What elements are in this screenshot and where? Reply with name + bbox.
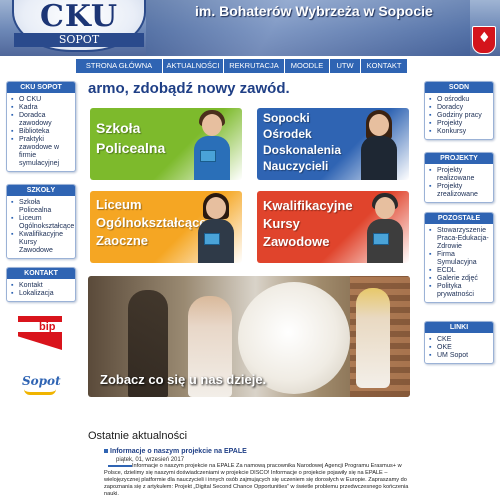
eagle-emblem-icon: ♦ xyxy=(472,26,496,54)
link-konkursy[interactable]: Konkursy xyxy=(429,128,490,136)
link-doradcy[interactable]: Doradcy xyxy=(429,104,490,112)
eagle-glyph: ♦ xyxy=(478,30,491,46)
tile-szkola-policealna[interactable]: Szkoła Policealna xyxy=(90,108,242,180)
box-linki-list: CKE OKE UM Sopot xyxy=(425,333,493,363)
box-pozostale-list: Stowarzyszenie Praca-Edukacja-Zdrowie Fi… xyxy=(425,224,493,302)
link-stowarzyszenie[interactable]: Stowarzyszenie Praca-Edukacja-Zdrowie xyxy=(429,227,490,251)
box-pozostale: Pozostałe Stowarzyszenie Praca-Edukacja-… xyxy=(424,212,494,303)
box-cku-sopot-list: O CKU Kadra Doradca zawodowy Biblioteka … xyxy=(7,93,75,171)
site-title: im. Bohaterów Wybrzeża w Sopocie xyxy=(195,3,433,19)
box-linki-title: Linki xyxy=(425,322,493,333)
box-szkoly: Szkoły Szkoła Policealna Liceum Ogólnoks… xyxy=(6,184,76,259)
logo[interactable]: CKU SOPOT xyxy=(12,0,146,52)
link-projekty-realizowane[interactable]: Projekty realizowane xyxy=(429,167,490,183)
bip-logo[interactable]: bip xyxy=(18,316,62,362)
box-kontakt-title: Kontakt xyxy=(7,268,75,279)
banner-caption: Zobacz co się u nas dzieje. xyxy=(100,372,267,387)
tile-kursy-line1: Kwalifikacyjne xyxy=(263,198,353,213)
news-item-body: Informacje o naszym projekcie na EPALE Z… xyxy=(104,463,409,497)
tile-liceum-line2: Ogólnokształcące xyxy=(96,215,207,230)
box-kontakt-list: Kontakt Lokalizacja xyxy=(7,279,75,301)
page: CKU SOPOT im. Bohaterów Wybrzeża w Sopoc… xyxy=(0,0,500,500)
tile-sodn[interactable]: Sopocki Ośrodek Doskonalenia Nauczycieli xyxy=(257,108,409,180)
news-heading: Ostatnie aktualności xyxy=(88,430,188,442)
link-galerie-zdjec[interactable]: Galerie zdjęć xyxy=(429,275,490,283)
link-godziny-pracy[interactable]: Godziny pracy xyxy=(429,112,490,120)
link-firma-symulacyjna[interactable]: Firma Symulacyjna xyxy=(429,251,490,267)
tile-kursy[interactable]: Kwalifikacyjne Kursy Zawodowe xyxy=(257,191,409,263)
link-kadra[interactable]: Kadra xyxy=(11,104,72,112)
sopot-logo[interactable]: Sopot xyxy=(22,374,61,398)
nav-item-kontakt[interactable]: Kontakt xyxy=(361,59,407,73)
logo-sub-text: SOPOT xyxy=(14,33,144,47)
tile-sodn-line1: Sopocki xyxy=(263,111,310,125)
tile-liceum[interactable]: Liceum Ogólnokształcące Zaoczne xyxy=(90,191,242,263)
model-figure xyxy=(356,288,390,388)
tile-sodn-line4: Nauczycieli xyxy=(263,159,329,173)
nav-item-aktualnosci[interactable]: Aktualności xyxy=(163,59,223,73)
tile-kursy-line2: Kursy xyxy=(263,216,300,231)
student-photo xyxy=(190,108,234,180)
box-sodn: SODN O ośrodku Doradcy Godziny pracy Pro… xyxy=(424,81,494,140)
tile-szkola-policealna-line1: Szkoła xyxy=(96,120,141,136)
link-praktyki-zawodowe[interactable]: Praktyki zawodowe w firmie symulacyjnej xyxy=(11,136,72,168)
logo-main-text: CKU xyxy=(39,0,119,34)
student-girl-photo xyxy=(194,191,238,263)
link-cke[interactable]: CKE xyxy=(429,336,490,344)
header: CKU SOPOT im. Bohaterów Wybrzeża w Sopoc… xyxy=(0,0,500,56)
sopot-logo-text: Sopot xyxy=(22,374,61,388)
box-linki: Linki CKE OKE UM Sopot xyxy=(424,321,494,364)
link-projekty-zrealizowane[interactable]: Projekty zrealizowane xyxy=(429,183,490,199)
link-biblioteka[interactable]: Biblioteka xyxy=(11,128,72,136)
link-kwalifikacyjne-kursy[interactable]: Kwalifikacyjne Kursy Zawodowe xyxy=(11,231,72,255)
slogan: armo, zdobądź nowy zawód. xyxy=(88,80,290,97)
teacher-photo xyxy=(357,108,401,180)
link-doradca-zawodowy[interactable]: Doradca zawodowy xyxy=(11,112,72,128)
box-projekty-title: Projekty xyxy=(425,153,493,164)
tile-kursy-line3: Zawodowe xyxy=(263,234,330,249)
sopot-wave-icon xyxy=(24,389,56,395)
box-szkoly-list: Szkoła Policealna Liceum Ogólnokształcąc… xyxy=(7,196,75,258)
link-kontakt[interactable]: Kontakt xyxy=(11,282,72,290)
link-um-sopot[interactable]: UM Sopot xyxy=(429,352,490,360)
link-o-cku[interactable]: O CKU xyxy=(11,96,72,104)
box-projekty-list: Projekty realizowane Projekty zrealizowa… xyxy=(425,164,493,202)
nav-item-strona-glowna[interactable]: Strona główna xyxy=(76,59,162,73)
box-sodn-title: SODN xyxy=(425,82,493,93)
student-boy-photo xyxy=(363,191,407,263)
main-nav: Strona główna Aktualności Rekrutacja Moo… xyxy=(76,59,420,73)
gallery-banner[interactable]: Zobacz co się u nas dzieje. xyxy=(88,276,410,397)
box-szkoly-title: Szkoły xyxy=(7,185,75,196)
tile-liceum-line1: Liceum xyxy=(96,197,142,212)
tile-sodn-line2: Ośrodek xyxy=(263,127,312,141)
nav-item-utw[interactable]: UTW xyxy=(330,59,360,73)
bip-text: bip xyxy=(39,321,56,333)
link-szkola-policealna[interactable]: Szkoła Policealna xyxy=(11,199,72,215)
link-o-osrodku[interactable]: O ośrodku xyxy=(429,96,490,104)
nav-item-rekrutacja[interactable]: Rekrutacja xyxy=(224,59,284,73)
link-ecdl[interactable]: ECDL xyxy=(429,267,490,275)
news-item-title[interactable]: Informacje o naszym projekcie na EPALE xyxy=(110,448,247,455)
tile-sodn-line3: Doskonalenia xyxy=(263,143,342,157)
box-cku-sopot-title: CKU Sopot xyxy=(7,82,75,93)
link-lokalizacja[interactable]: Lokalizacja xyxy=(11,290,72,298)
tile-szkola-policealna-line2: Policealna xyxy=(96,140,166,156)
link-oke[interactable]: OKE xyxy=(429,344,490,352)
news-bullet-icon xyxy=(104,449,108,453)
box-kontakt: Kontakt Kontakt Lokalizacja xyxy=(6,267,76,302)
nav-item-moodle[interactable]: Moodle xyxy=(285,59,329,73)
box-cku-sopot: CKU Sopot O CKU Kadra Doradca zawodowy B… xyxy=(6,81,76,172)
link-projekty[interactable]: Projekty xyxy=(429,120,490,128)
link-liceum[interactable]: Liceum Ogólnokształcące xyxy=(11,215,74,231)
box-projekty: Projekty Projekty realizowane Projekty z… xyxy=(424,152,494,203)
link-polityka-prywatnosci[interactable]: Polityka prywatności xyxy=(429,283,490,299)
tile-liceum-line3: Zaoczne xyxy=(96,233,149,248)
box-pozostale-title: Pozostałe xyxy=(425,213,493,224)
box-sodn-list: O ośrodku Doradcy Godziny pracy Projekty… xyxy=(425,93,493,139)
